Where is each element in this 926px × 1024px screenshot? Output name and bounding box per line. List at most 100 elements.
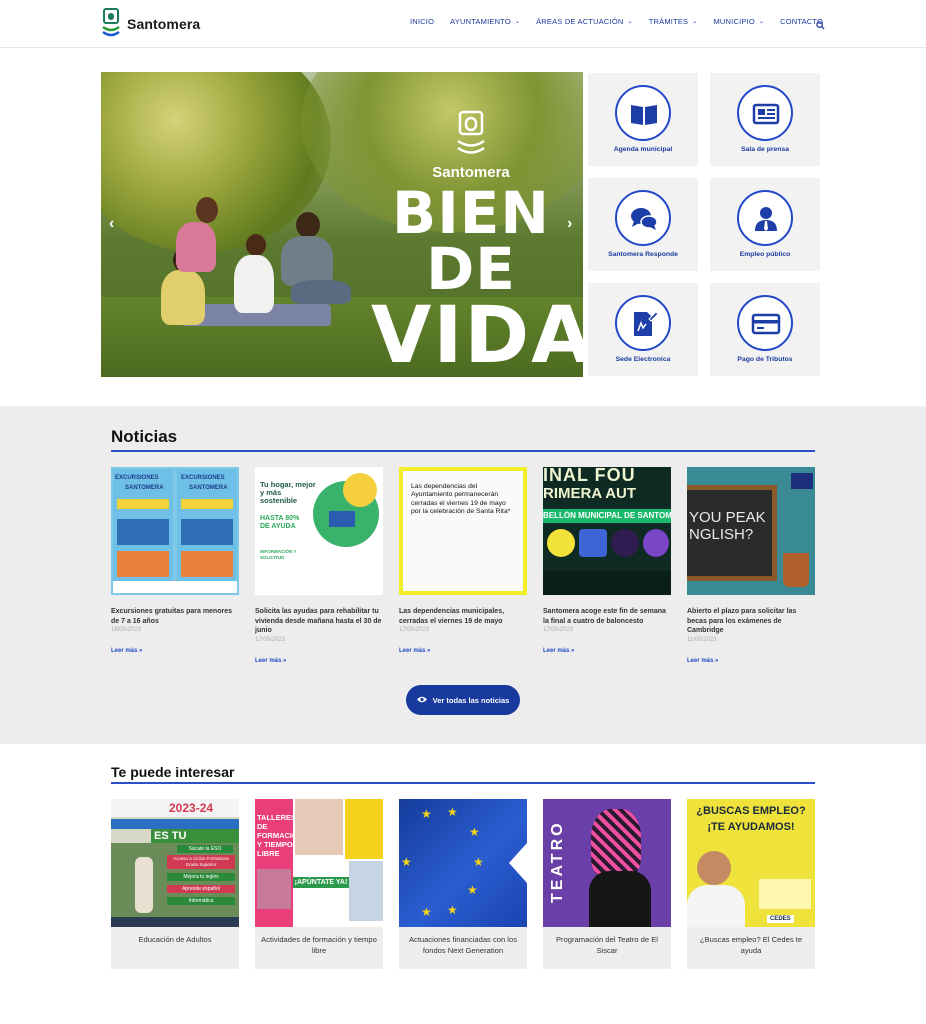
tile-empleo-publico[interactable]: Empleo público bbox=[710, 178, 820, 271]
site-header: Santomera INICIO AYUNTAMIENTO ⌄ ÁREAS DE … bbox=[0, 0, 926, 48]
star-icon: ★ bbox=[447, 903, 458, 917]
hero-person bbox=[176, 222, 216, 272]
news-image-cambridge[interactable]: YOU PEAK NGLISH? bbox=[687, 467, 815, 595]
news-card[interactable]: YOU PEAK NGLISH? Abierto el plazo para s… bbox=[687, 467, 815, 664]
hero-brand: Santomera BIEN DE VIDA bbox=[371, 110, 583, 377]
read-more-link[interactable]: Leer más » bbox=[255, 658, 383, 664]
interest-card[interactable]: ★ ★ ★ ★ ★ ★ ★ ★ Actuaciones financiadas … bbox=[399, 799, 527, 969]
news-date: 17/05/2023 bbox=[399, 627, 430, 633]
poster-title: EXCURSIONES bbox=[181, 475, 225, 481]
news-title[interactable]: Solicita las ayudas para rehabilitar tu … bbox=[255, 607, 383, 636]
news-card[interactable]: EXCURSIONES EXCURSIONES SANTOMERA SANTOM… bbox=[111, 467, 239, 654]
interest-image-teatro[interactable]: TEATRO bbox=[543, 799, 671, 927]
poster-main: TALLERES DE FORMACIÓN Y TIEMPO LIBRE bbox=[257, 813, 304, 858]
search-icon[interactable] bbox=[816, 17, 826, 30]
poster-band bbox=[117, 551, 169, 577]
poster-year: 2023-24 bbox=[169, 801, 214, 815]
tile-pago-de-tributos[interactable]: Pago de Tributos bbox=[710, 283, 820, 376]
poster-title: SANTOMERA bbox=[189, 485, 228, 491]
interest-card[interactable]: TALLERES DE FORMACIÓN Y TIEMPO LIBRE ¡AP… bbox=[255, 799, 383, 969]
nav-item-tramites[interactable]: TRÁMITES ⌄ bbox=[649, 17, 698, 26]
news-title[interactable]: Las dependencias municipales, cerradas e… bbox=[399, 607, 527, 626]
news-title[interactable]: Abierto el plazo para solicitar las beca… bbox=[687, 607, 815, 636]
newspaper-icon bbox=[737, 85, 793, 141]
team-badge bbox=[643, 529, 669, 557]
tile-label: Agenda municipal bbox=[613, 146, 673, 153]
interest-image-next-generation[interactable]: ★ ★ ★ ★ ★ ★ ★ ★ bbox=[399, 799, 527, 927]
tile-agenda-municipal[interactable]: Agenda municipal bbox=[588, 73, 698, 166]
poster-person bbox=[687, 885, 745, 927]
interest-image-empleo[interactable]: ¿BUSCAS EMPLEO? ¡TE AYUDAMOS! CEDES bbox=[687, 799, 815, 927]
poster-item: Aprende español bbox=[167, 885, 235, 893]
poster-brand: CEDES bbox=[767, 915, 794, 923]
interest-card[interactable]: 2023-24 ES TU MOMENTO Sácate la ESO Acce… bbox=[111, 799, 239, 969]
star-icon: ★ bbox=[421, 807, 432, 821]
nav-item-areas[interactable]: ÁREAS DE ACTUACIÓN ⌄ bbox=[536, 17, 633, 26]
news-title[interactable]: Santomera acoge este fin de semana la fi… bbox=[543, 607, 671, 626]
poster-item: Sácate la ESO bbox=[177, 845, 233, 853]
santomera-logo-icon bbox=[100, 8, 122, 40]
tile-label: Sede Electronica bbox=[615, 356, 671, 363]
nav-item-ayuntamiento[interactable]: AYUNTAMIENTO ⌄ bbox=[450, 17, 520, 26]
nav-item-municipio[interactable]: MUNICIPIO ⌄ bbox=[713, 17, 764, 26]
poster-photo bbox=[349, 861, 383, 921]
credit-card-icon bbox=[737, 295, 793, 351]
all-news-button[interactable]: Ver todas las noticias bbox=[406, 685, 520, 715]
tile-santomera-responde[interactable]: Santomera Responde bbox=[588, 178, 698, 271]
hero-person bbox=[291, 280, 351, 304]
interest-image-adultos[interactable]: 2023-24 ES TU MOMENTO Sácate la ESO Acce… bbox=[111, 799, 239, 927]
nav-label: AYUNTAMIENTO bbox=[450, 17, 511, 26]
read-more-link[interactable]: Leer más » bbox=[111, 648, 239, 654]
interest-divider bbox=[111, 782, 815, 784]
pencil-cup bbox=[783, 553, 809, 587]
poster-item: Acceso a Ciclos Formativos Grado Superio… bbox=[167, 855, 235, 869]
chevron-left-icon[interactable]: ‹ bbox=[109, 215, 114, 233]
poster-person bbox=[697, 851, 731, 885]
news-card[interactable]: Tu hogar, mejor y más sostenible HASTA 8… bbox=[255, 467, 383, 664]
hero-person bbox=[161, 270, 205, 325]
poster-footer bbox=[113, 581, 237, 593]
poster-title: SANTOMERA bbox=[125, 485, 164, 491]
read-more-link[interactable]: Leer más » bbox=[543, 648, 671, 654]
chevron-right-icon[interactable]: › bbox=[567, 215, 572, 233]
interest-card[interactable]: ¿BUSCAS EMPLEO? ¡TE AYUDAMOS! CEDES ¿Bus… bbox=[687, 799, 815, 969]
poster-yellow bbox=[345, 799, 383, 859]
poster-mid: RIMERA AUT bbox=[543, 485, 637, 502]
hero-slider[interactable]: Santomera BIEN DE VIDA ‹ › bbox=[101, 72, 583, 377]
tile-label: Pago de Tributos bbox=[737, 356, 793, 363]
tile-sede-electronica[interactable]: Sede Electronica bbox=[588, 283, 698, 376]
tile-sala-de-prensa[interactable]: Sala de prensa bbox=[710, 73, 820, 166]
news-section: Noticias EXCURSIONES EXCURSIONES SANTOME… bbox=[0, 406, 926, 744]
poster-top: INAL FOU bbox=[543, 467, 636, 485]
read-more-link[interactable]: Leer más » bbox=[687, 658, 815, 664]
poster-photo bbox=[295, 799, 343, 855]
hero-slogan-line2: VIDA bbox=[371, 291, 583, 377]
interest-heading: Te puede interesar bbox=[111, 764, 235, 780]
news-image-baloncesto[interactable]: INAL FOU RIMERA AUT BELLÓN MUNICIPAL DE … bbox=[543, 467, 671, 595]
news-title[interactable]: Excursiones gratuitas para menores de 7 … bbox=[111, 607, 239, 626]
interest-image-actividades[interactable]: TALLERES DE FORMACIÓN Y TIEMPO LIBRE ¡AP… bbox=[255, 799, 383, 927]
chevron-down-icon: ⌄ bbox=[627, 19, 633, 25]
poster-q: ¿BUSCAS EMPLEO? bbox=[696, 805, 806, 817]
poster-band bbox=[117, 499, 169, 509]
poster-info: INFORMACIÓN Y SOLICITUD bbox=[260, 549, 297, 560]
interest-card[interactable]: TEATRO Programación del Teatro de El Sis… bbox=[543, 799, 671, 969]
person-icon bbox=[737, 190, 793, 246]
poster-pab: BELLÓN MUNICIPAL DE SANTOME bbox=[543, 511, 671, 520]
team-badge bbox=[547, 529, 575, 557]
chat-bubbles-icon bbox=[615, 190, 671, 246]
site-logo[interactable]: Santomera bbox=[100, 8, 200, 40]
news-image-dependencias[interactable]: Las dependencias del Ayuntamiento perman… bbox=[399, 467, 527, 595]
news-heading: Noticias bbox=[111, 427, 178, 446]
news-card[interactable]: Las dependencias del Ayuntamiento perman… bbox=[399, 467, 527, 654]
news-card[interactable]: INAL FOU RIMERA AUT BELLÓN MUNICIPAL DE … bbox=[543, 467, 671, 654]
news-date: 11/05/2023 bbox=[687, 636, 717, 643]
poster-head: Tu hogar, mejor y más sostenible bbox=[260, 480, 316, 505]
book-icon bbox=[615, 85, 671, 141]
poster-cta: ¡APÚNTATE YA! bbox=[293, 877, 349, 888]
all-news-label: Ver todas las noticias bbox=[432, 695, 510, 705]
news-image-excursiones[interactable]: EXCURSIONES EXCURSIONES SANTOMERA SANTOM… bbox=[111, 467, 239, 595]
nav-item-inicio[interactable]: INICIO bbox=[410, 17, 434, 26]
news-image-vivienda[interactable]: Tu hogar, mejor y más sostenible HASTA 8… bbox=[255, 467, 383, 595]
read-more-link[interactable]: Leer más » bbox=[399, 648, 527, 654]
